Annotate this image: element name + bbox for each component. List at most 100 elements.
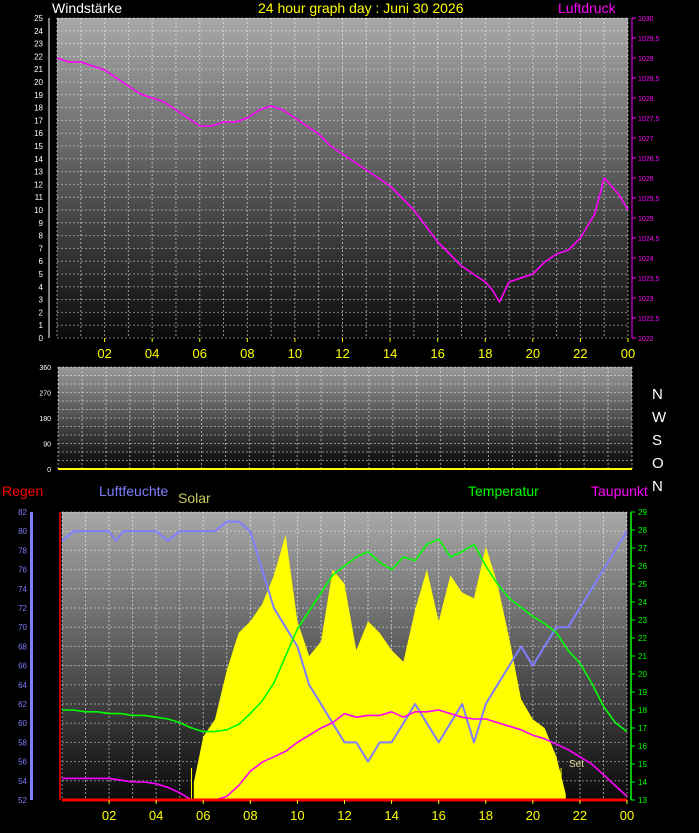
p1-y-right-tick-label: 1029,5 (638, 36, 660, 43)
p3-x-tick-label: 18 (479, 808, 493, 823)
p3-x-tick-label: 02 (102, 808, 116, 823)
p3-y-left-tick-label: 66 (18, 662, 27, 671)
dewpoint-label: Taupunkt (591, 483, 648, 499)
p1-y-left-tick-label: 20 (34, 78, 43, 87)
p1-y-left-tick-label: 23 (34, 40, 43, 49)
p1-y-right-tick-label: 1026,5 (638, 156, 660, 163)
p3-x-tick-label: 10 (290, 808, 304, 823)
sunset-marker-label: Set (569, 759, 585, 770)
p1-y-right-tick-label: 1024 (638, 256, 654, 263)
p1-y-left-tick-label: 18 (34, 104, 43, 113)
p3-y-left-tick-label: 56 (18, 758, 27, 767)
p1-y-right-tick-label: 1023 (638, 296, 654, 303)
p3-x-tick-label: 00 (620, 808, 634, 823)
p1-y-left-tick-label: 22 (34, 52, 43, 61)
p1-y-right-tick-label: 1025,5 (638, 196, 660, 203)
p3-y-left-tick-label: 58 (18, 738, 27, 747)
weather-panel: 52 54 56 58 60 62 64 66 68 70 72 74 76 78 80 82 13 14 15 16… (18, 508, 647, 823)
rain-label: Regen (2, 483, 44, 499)
p3-x-tick-label: 22 (573, 808, 587, 823)
p1-y-right-tick-label: 1026 (638, 176, 654, 183)
p3-x-tick-label: 20 (526, 808, 540, 823)
p1-y-left-tick-label: 7 (39, 244, 44, 253)
p3-x-tick-label: 16 (431, 808, 445, 823)
p1-x-tick-label: 20 (526, 346, 540, 361)
p1-x-tick-label: 12 (335, 346, 349, 361)
p1-x-tick-label: 16 (430, 346, 444, 361)
p1-x-tick-label: 06 (193, 346, 207, 361)
p1-y-right-tick-label: 1027,5 (638, 116, 660, 123)
p3-y-left-tick-label: 62 (18, 700, 27, 709)
p1-x-tick-label: 14 (383, 346, 397, 361)
p3-y-right-tick-label: 23 (638, 616, 647, 625)
compass-n-top: N (652, 386, 663, 403)
p1-x-tick-label: 10 (288, 346, 302, 361)
p1-y-right-tick-label: 1028 (638, 96, 654, 103)
p3-y-right-tick-label: 22 (638, 634, 647, 643)
wind-pressure-panel: 0123456789101112131415161718192021222324… (34, 14, 659, 361)
p3-y-left-tick-label: 76 (18, 566, 27, 575)
p3-x-tick-label: 14 (384, 808, 398, 823)
p1-y-right-tick-label: 1023,5 (638, 276, 660, 283)
p1-y-left-tick-label: 16 (34, 129, 43, 138)
p3-y-right-tick-label: 28 (638, 526, 647, 535)
p3-y-right-tick-label: 16 (638, 742, 647, 751)
p1-y-left-tick-label: 4 (39, 283, 44, 292)
p3-y-right-tick-label: 20 (638, 670, 647, 679)
p1-y-left-tick-label: 24 (34, 27, 43, 36)
p1-y-left-tick-label: 1 (39, 321, 44, 330)
p3-y-right-tick-label: 29 (638, 508, 647, 517)
p3-y-left-tick-label: 60 (18, 719, 27, 728)
p1-y-right-tick-label: 1030 (638, 16, 654, 23)
p3-y-left-tick-label: 80 (18, 527, 27, 536)
p1-y-left-tick-label: 19 (34, 91, 43, 100)
p1-y-left-tick-label: 8 (39, 232, 44, 241)
p3-x-tick-label: 06 (196, 808, 210, 823)
p2-y-tick-label: 360 (39, 365, 51, 372)
p3-y-right-tick-label: 21 (638, 652, 647, 661)
p1-y-left-tick-label: 21 (34, 65, 43, 74)
p1-x-tick-label: 02 (97, 346, 111, 361)
p3-y-left-tick-label: 72 (18, 604, 27, 613)
p1-x-tick-label: 00 (621, 346, 635, 361)
p3-y-left-tick-label: 64 (18, 681, 27, 690)
p1-y-right-tick-label: 1024,5 (638, 236, 660, 243)
temperature-label: Temperatur (468, 483, 539, 499)
p1-y-left-tick-label: 11 (35, 193, 44, 202)
compass-n-bottom: N (652, 478, 663, 495)
p3-y-right-tick-label: 25 (638, 580, 647, 589)
p1-x-tick-label: 22 (573, 346, 587, 361)
p1-y-left-tick-label: 25 (34, 14, 43, 23)
p1-x-tick-label: 18 (478, 346, 492, 361)
p1-y-right-tick-label: 1022 (638, 336, 654, 343)
p1-y-right-tick-label: 1028,5 (638, 76, 660, 83)
p2-y-tick-label: 180 (39, 416, 51, 423)
compass-w: W (652, 409, 667, 426)
p3-y-right-tick-label: 24 (638, 598, 647, 607)
p3-humidity-axis (30, 512, 33, 800)
p1-y-left-tick-label: 2 (39, 308, 44, 317)
p1-y-left-tick-label: 13 (34, 168, 43, 177)
p1-y-left-tick-label: 6 (39, 257, 44, 266)
solar-label: Solar (178, 490, 211, 506)
p1-y-left-tick-label: 0 (39, 334, 44, 343)
p1-y-right-tick-label: 1029 (638, 56, 654, 63)
p3-y-right-tick-label: 14 (638, 778, 647, 787)
wind-direction-panel: 0 90 180 270 360 (39, 365, 633, 474)
p2-plot-area (58, 367, 632, 469)
wind-strength-label: Windstärke (52, 0, 123, 16)
pressure-label: Luftdruck (558, 0, 616, 16)
p3-y-left-tick-label: 70 (18, 623, 27, 632)
p1-y-right-tick-label: 1022,5 (638, 316, 660, 323)
p3-y-left-tick-label: 52 (18, 796, 27, 805)
p3-y-right-tick-label: 13 (638, 796, 647, 805)
p1-y-left-tick-label: 17 (34, 116, 43, 125)
p3-y-left-tick-label: 54 (18, 777, 27, 786)
compass-s: S (652, 432, 663, 449)
p3-y-left-tick-label: 68 (18, 642, 27, 651)
p1-y-left-tick-label: 12 (34, 180, 43, 189)
p3-y-right-tick-label: 19 (638, 688, 647, 697)
p3-y-right-tick-label: 27 (638, 544, 647, 553)
p1-y-left-tick-label: 14 (34, 155, 43, 164)
p1-y-right-tick-label: 1025 (638, 216, 654, 223)
